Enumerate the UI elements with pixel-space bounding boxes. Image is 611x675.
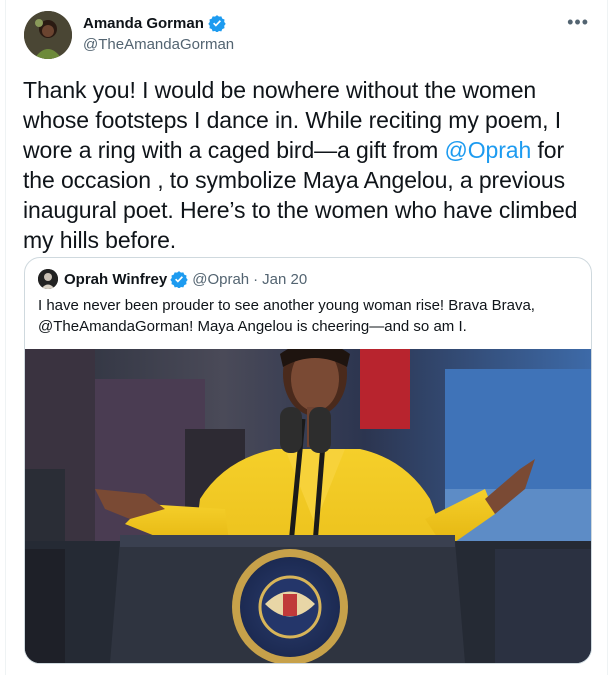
quoted-tweet-text: I have never been prouder to see another…	[38, 297, 535, 335]
quoted-tweet[interactable]: Oprah Winfrey @Oprah · Jan 20 I have nev…	[24, 257, 592, 664]
author-handle[interactable]: @TheAmandaGorman	[83, 36, 234, 53]
tweet-card: Amanda Gorman @TheAmandaGorman ••• Thank…	[5, 0, 608, 675]
more-options-icon[interactable]: •••	[567, 12, 589, 33]
inauguration-photo[interactable]	[25, 349, 591, 663]
author-avatar[interactable]	[24, 11, 72, 59]
quoted-tweet-header: Oprah Winfrey @Oprah · Jan 20	[38, 269, 307, 289]
quoted-author-name[interactable]: Oprah Winfrey	[64, 271, 167, 288]
quoted-author-avatar[interactable]	[38, 269, 58, 289]
quoted-tweet-date[interactable]: Jan 20	[262, 271, 307, 288]
author-name[interactable]: Amanda Gorman	[83, 15, 204, 32]
quoted-author-handle[interactable]: @Oprah	[192, 271, 249, 288]
mention-link[interactable]: @Oprah	[445, 137, 532, 163]
author-name-row[interactable]: Amanda Gorman	[83, 14, 226, 32]
meta-separator: ·	[253, 270, 259, 288]
verified-badge-icon	[170, 271, 188, 288]
tweet-text: Thank you! I would be nowhere without th…	[23, 75, 593, 255]
verified-badge-icon	[208, 15, 226, 32]
